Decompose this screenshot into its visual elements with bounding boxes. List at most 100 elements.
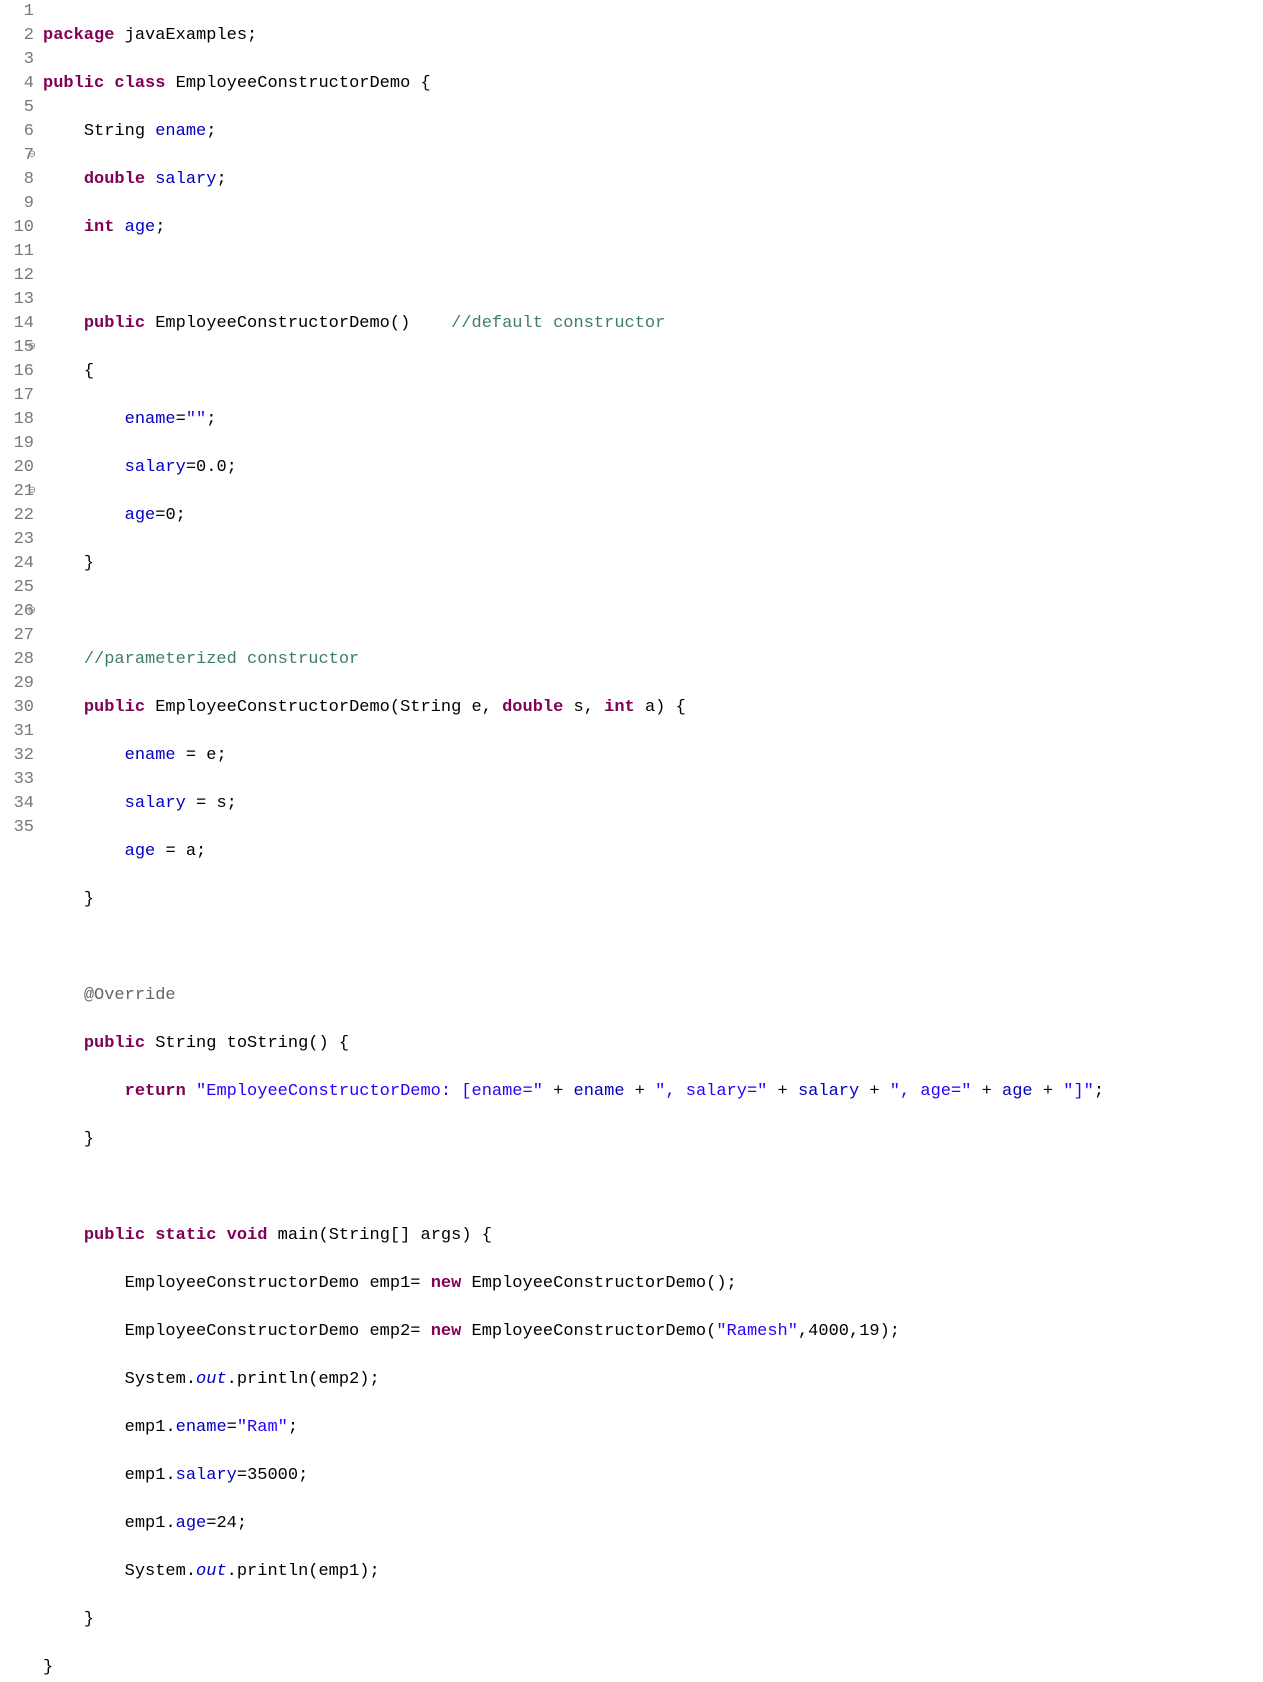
punct: } bbox=[84, 1610, 94, 1629]
code-line[interactable]: double salary; bbox=[43, 168, 1263, 192]
code-line[interactable]: //parameterized constructor bbox=[43, 648, 1263, 672]
fold-icon[interactable]: ⊖ bbox=[28, 607, 36, 617]
keyword: new bbox=[431, 1274, 462, 1293]
line-number: 22 bbox=[0, 504, 34, 528]
punct: ; bbox=[370, 1562, 380, 1581]
punct: ( bbox=[390, 698, 400, 717]
line-number[interactable]: 21⊖ bbox=[0, 480, 34, 504]
code-line[interactable]: public EmployeeConstructorDemo(String e,… bbox=[43, 696, 1263, 720]
number-literal: 4000 bbox=[808, 1322, 849, 1341]
fold-icon[interactable]: ⊖ bbox=[28, 151, 36, 161]
code-line[interactable]: { bbox=[43, 360, 1263, 384]
punct: = bbox=[186, 458, 196, 477]
code-line[interactable]: public static void main(String[] args) { bbox=[43, 1224, 1263, 1248]
code-line[interactable] bbox=[43, 1176, 1263, 1200]
identifier: println bbox=[237, 1370, 308, 1389]
code-line[interactable]: package javaExamples; bbox=[43, 24, 1263, 48]
code-line[interactable] bbox=[43, 264, 1263, 288]
fold-icon[interactable]: ⊖ bbox=[28, 487, 36, 497]
code-line[interactable]: public String toString() { bbox=[43, 1032, 1263, 1056]
identifier: emp1 bbox=[125, 1514, 166, 1533]
code-line[interactable]: System.out.println(emp1); bbox=[43, 1560, 1263, 1584]
code-line[interactable] bbox=[43, 600, 1263, 624]
punct: = bbox=[410, 1322, 420, 1341]
code-line[interactable]: } bbox=[43, 552, 1263, 576]
keyword: void bbox=[227, 1226, 268, 1245]
punct: ; bbox=[890, 1322, 900, 1341]
code-line[interactable]: } bbox=[43, 1608, 1263, 1632]
code-line[interactable]: ename=""; bbox=[43, 408, 1263, 432]
line-number: 23 bbox=[0, 528, 34, 552]
code-line[interactable] bbox=[43, 936, 1263, 960]
punct: ; bbox=[370, 1370, 380, 1389]
string-literal: "" bbox=[186, 410, 206, 429]
code-line[interactable]: age=0; bbox=[43, 504, 1263, 528]
line-number: 33 bbox=[0, 768, 34, 792]
number-literal: 0 bbox=[165, 506, 175, 525]
identifier: println bbox=[237, 1562, 308, 1581]
identifier: emp1 bbox=[125, 1418, 166, 1437]
punct: , bbox=[798, 1322, 808, 1341]
punct: ( bbox=[308, 1034, 318, 1053]
code-line[interactable]: EmployeeConstructorDemo emp2= new Employ… bbox=[43, 1320, 1263, 1344]
code-line[interactable]: public class EmployeeConstructorDemo { bbox=[43, 72, 1263, 96]
line-number: 20 bbox=[0, 456, 34, 480]
code-line[interactable]: } bbox=[43, 888, 1263, 912]
code-line[interactable]: salary = s; bbox=[43, 792, 1263, 816]
code-line[interactable]: emp1.ename="Ram"; bbox=[43, 1416, 1263, 1440]
punct: ( bbox=[706, 1322, 716, 1341]
code-line[interactable]: } bbox=[43, 1128, 1263, 1152]
punct: = bbox=[155, 506, 165, 525]
identifier: System bbox=[125, 1562, 186, 1581]
code-line[interactable]: public EmployeeConstructorDemo() //defau… bbox=[43, 312, 1263, 336]
fold-icon[interactable]: ⊖ bbox=[28, 343, 36, 353]
line-number: 16 bbox=[0, 360, 34, 384]
punct: , bbox=[584, 698, 594, 717]
keyword: new bbox=[431, 1322, 462, 1341]
field: age bbox=[125, 842, 156, 861]
code-line[interactable]: return "EmployeeConstructorDemo: [ename=… bbox=[43, 1080, 1263, 1104]
code-line[interactable]: salary=0.0; bbox=[43, 456, 1263, 480]
method-name: main bbox=[278, 1226, 319, 1245]
field: ename bbox=[125, 746, 176, 765]
comment: //parameterized constructor bbox=[84, 650, 359, 669]
code-line[interactable]: System.out.println(emp2); bbox=[43, 1368, 1263, 1392]
punct: ; bbox=[196, 842, 206, 861]
punct: . bbox=[186, 1562, 196, 1581]
punct: ; bbox=[176, 506, 186, 525]
code-line[interactable]: emp1.salary=35000; bbox=[43, 1464, 1263, 1488]
punct: + bbox=[625, 1082, 656, 1101]
number-literal: 0.0 bbox=[196, 458, 227, 477]
keyword: public bbox=[84, 1034, 145, 1053]
punct: . bbox=[165, 1514, 175, 1533]
line-number: 28 bbox=[0, 648, 34, 672]
line-number: 19 bbox=[0, 432, 34, 456]
identifier: EmployeeConstructorDemo bbox=[472, 1322, 707, 1341]
code-line[interactable]: EmployeeConstructorDemo emp1= new Employ… bbox=[43, 1272, 1263, 1296]
punct: . bbox=[186, 1370, 196, 1389]
code-editor[interactable]: 1 2 3 4 5 6 7⊖ 8 9 10 11 12 13 14 15⊖ 16… bbox=[0, 0, 1263, 1682]
field: age bbox=[125, 218, 156, 237]
code-line[interactable]: ename = e; bbox=[43, 744, 1263, 768]
code-line[interactable]: age = a; bbox=[43, 840, 1263, 864]
punct: } bbox=[84, 1130, 94, 1149]
line-number[interactable]: 15⊖ bbox=[0, 336, 34, 360]
code-line[interactable]: @Override bbox=[43, 984, 1263, 1008]
code-line[interactable]: int age; bbox=[43, 216, 1263, 240]
punct: { bbox=[420, 74, 430, 93]
code-line[interactable]: emp1.age=24; bbox=[43, 1512, 1263, 1536]
punct: ( bbox=[318, 1226, 328, 1245]
punct: ; bbox=[216, 170, 226, 189]
punct: { bbox=[676, 698, 686, 717]
field: age bbox=[125, 506, 156, 525]
number-literal: 19 bbox=[859, 1322, 879, 1341]
punct: = bbox=[206, 1514, 216, 1533]
line-number[interactable]: 26⊖ bbox=[0, 600, 34, 624]
punct: ; bbox=[227, 458, 237, 477]
code-line[interactable]: String ename; bbox=[43, 120, 1263, 144]
code-area[interactable]: package javaExamples; public class Emplo… bbox=[41, 0, 1263, 1682]
constructor-name: EmployeeConstructorDemo bbox=[155, 698, 390, 717]
line-number: 5 bbox=[0, 96, 34, 120]
line-number[interactable]: 7⊖ bbox=[0, 144, 34, 168]
code-line[interactable]: } bbox=[43, 1656, 1263, 1680]
